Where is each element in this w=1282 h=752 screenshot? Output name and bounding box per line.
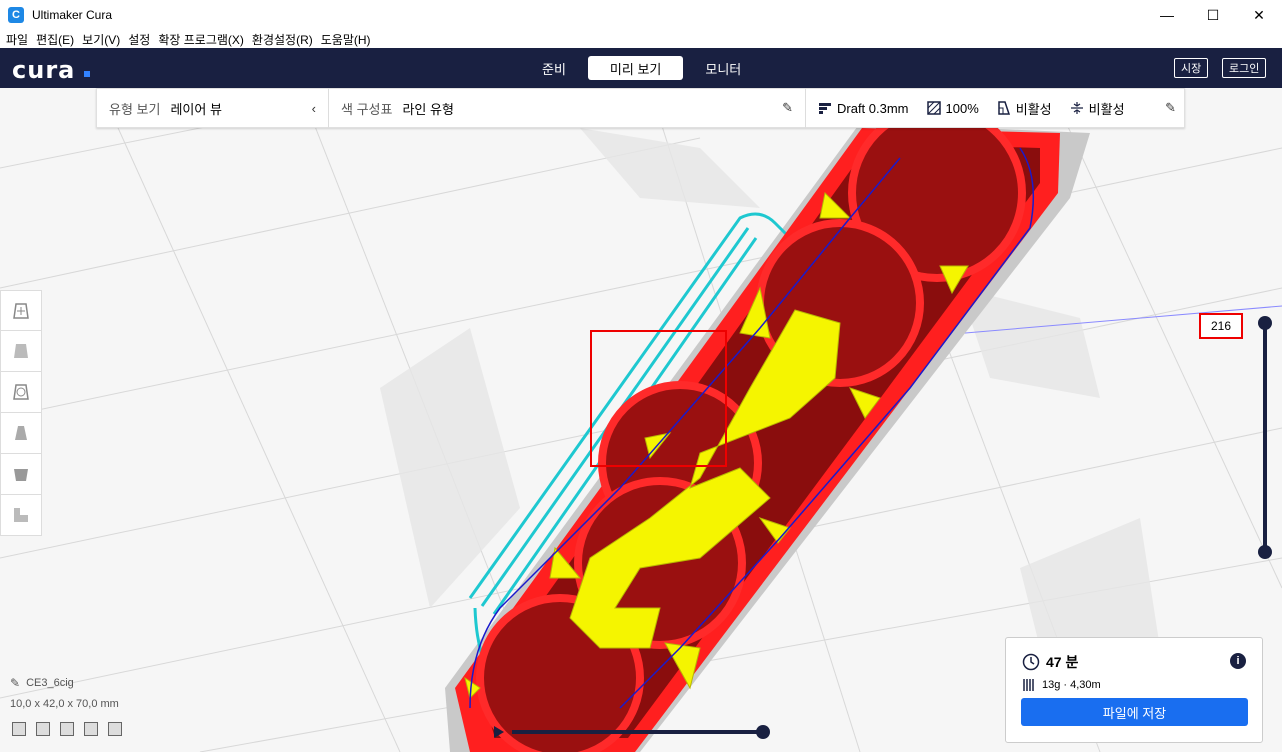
layer-slider[interactable] <box>1258 316 1272 562</box>
print-info-panel: 47 분 i 13g · 4,30m 파일에 저장 <box>1005 637 1263 743</box>
rotate-icon <box>13 384 29 400</box>
mirror-tool-button[interactable] <box>0 413 42 454</box>
cura-logo: cura <box>12 56 76 84</box>
menu-view[interactable]: 보기(V) <box>82 31 120 48</box>
adhesion-value: 비활성 <box>1088 101 1125 117</box>
move-tool-button[interactable] <box>0 290 42 331</box>
login-button[interactable]: 로그인 <box>1222 58 1267 78</box>
menu-preferences[interactable]: 환경설정(R) <box>252 31 313 48</box>
profile-value: Draft 0.3mm <box>837 100 909 116</box>
infill-value: 100% <box>945 100 979 116</box>
object-name: CE3_6cig <box>26 677 74 689</box>
layer-slider-track <box>1263 324 1267 552</box>
layer-number-input[interactable]: 216 <box>1199 313 1243 339</box>
profile-item: Draft 0.3mm <box>818 101 909 116</box>
path-slider-handle[interactable] <box>756 725 770 739</box>
menu-bar: 파일 편집(E) 보기(V) 설정 확장 프로그램(X) 환경설정(R) 도움말… <box>0 30 1282 48</box>
camera-view-buttons <box>12 722 122 736</box>
left-toolbar <box>0 290 42 536</box>
top-view-icon[interactable] <box>60 722 74 736</box>
scale-tool-button[interactable] <box>0 331 42 372</box>
material-usage: 13g · 4,30m <box>1022 678 1101 692</box>
pencil-icon[interactable]: ✎ <box>10 676 20 690</box>
menu-extensions[interactable]: 확장 프로그램(X) <box>158 31 244 48</box>
play-icon[interactable] <box>494 726 504 738</box>
color-scheme-selector[interactable]: 색 구성표 라인 유형 ✎ <box>329 88 806 128</box>
marketplace-button[interactable]: 시장 <box>1174 58 1209 78</box>
highlight-box <box>590 330 727 467</box>
minimize-button[interactable]: — <box>1144 0 1190 30</box>
per-model-settings-button[interactable] <box>0 454 42 495</box>
chevron-left-icon: ‹ <box>311 100 316 116</box>
view-type-selector[interactable]: 유형 보기 레이어 뷰 ‹ <box>97 88 329 128</box>
support-blocker-button[interactable] <box>0 495 42 536</box>
cura-app-icon: C <box>8 7 24 23</box>
window-title: Ultimaker Cura <box>32 8 113 22</box>
close-button[interactable]: ✕ <box>1236 0 1282 30</box>
layer-slider-top-handle[interactable] <box>1258 316 1272 330</box>
print-time-value: 47 분 <box>1046 654 1079 670</box>
profile-icon <box>819 103 831 114</box>
right-view-icon[interactable] <box>108 722 122 736</box>
object-dimensions: 10,0 x 42,0 x 70,0 mm <box>10 698 119 710</box>
save-to-file-button[interactable]: 파일에 저장 <box>1021 698 1248 726</box>
rotate-tool-button[interactable] <box>0 372 42 413</box>
maximize-button[interactable]: ☐ <box>1190 0 1236 30</box>
tab-preview[interactable]: 미리 보기 <box>587 56 684 80</box>
path-slider[interactable] <box>492 724 772 740</box>
material-usage-value: 13g · 4,30m <box>1042 679 1101 691</box>
print-time: 47 분 <box>1022 652 1078 672</box>
color-scheme-label: 색 구성표 <box>341 101 393 117</box>
menu-settings[interactable]: 설정 <box>128 31 150 48</box>
move-icon <box>13 302 29 319</box>
infill-icon <box>926 101 941 115</box>
layer-slider-bottom-handle[interactable] <box>1258 545 1272 559</box>
menu-edit[interactable]: 편집(E) <box>36 31 74 48</box>
spool-icon <box>1023 679 1034 691</box>
menu-help[interactable]: 도움말(H) <box>321 31 371 48</box>
tab-prepare[interactable]: 준비 <box>520 56 588 80</box>
view-type-label: 유형 보기 <box>109 101 161 117</box>
adhesion-item: 비활성 <box>1070 99 1125 118</box>
mirror-icon <box>15 426 27 440</box>
pencil-icon: ✎ <box>782 100 793 115</box>
infill-item: 100% <box>926 100 979 116</box>
per-model-settings-icon <box>14 469 28 481</box>
color-scheme-value: 라인 유형 <box>402 101 454 117</box>
clock-icon <box>1022 653 1040 671</box>
logo-dot <box>84 71 90 77</box>
3d-view-icon[interactable] <box>12 722 26 736</box>
object-info: ✎ CE3_6cig 10,0 x 42,0 x 70,0 mm <box>10 676 119 710</box>
adhesion-icon <box>1070 102 1083 114</box>
tab-monitor[interactable]: 모니터 <box>683 56 763 80</box>
view-type-value: 레이어 뷰 <box>170 101 222 117</box>
path-slider-track <box>512 730 762 734</box>
app-header: cura 준비 미리 보기 모니터 시장 로그인 <box>0 48 1282 88</box>
support-item: 비활성 <box>997 99 1052 118</box>
print-settings-summary[interactable]: Draft 0.3mm 100% 비활성 비활성 ✎ <box>806 99 1184 118</box>
support-icon <box>998 101 1010 115</box>
support-value: 비활성 <box>1015 101 1052 117</box>
front-view-icon[interactable] <box>36 722 50 736</box>
pencil-icon[interactable]: ✎ <box>1165 100 1176 116</box>
window-titlebar: C Ultimaker Cura — ☐ ✕ <box>0 0 1282 30</box>
left-view-icon[interactable] <box>84 722 98 736</box>
menu-file[interactable]: 파일 <box>6 31 28 48</box>
support-blocker-icon <box>14 508 28 522</box>
info-icon[interactable]: i <box>1230 653 1246 669</box>
scale-icon <box>14 344 28 358</box>
view-toolbar: 유형 보기 레이어 뷰 ‹ 색 구성표 라인 유형 ✎ Draft 0.3mm … <box>96 88 1185 128</box>
